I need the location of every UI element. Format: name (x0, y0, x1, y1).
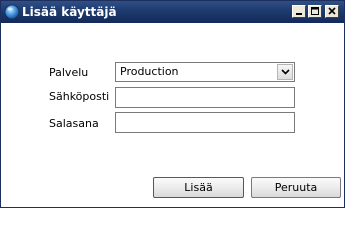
password-label: Salasana (49, 117, 99, 130)
add-user-dialog: Lisää käyttäjä Palvelu Production Sähköp… (0, 0, 345, 208)
close-icon (328, 7, 336, 15)
service-label: Palvelu (49, 66, 89, 79)
maximize-icon (311, 7, 319, 15)
minimize-icon (296, 13, 302, 15)
close-button[interactable] (325, 5, 339, 18)
maximize-button[interactable] (308, 5, 322, 18)
service-dropdown-button[interactable] (277, 64, 293, 80)
password-field[interactable] (115, 112, 295, 133)
cancel-button[interactable]: Peruuta (251, 177, 341, 198)
service-select[interactable]: Production (115, 62, 295, 82)
globe-icon (4, 4, 20, 20)
minimize-button[interactable] (292, 5, 306, 18)
email-label: Sähköposti (49, 90, 110, 103)
window-title: Lisää käyttäjä (22, 5, 117, 19)
add-button[interactable]: Lisää (153, 177, 244, 198)
email-field[interactable] (115, 87, 295, 108)
title-bar[interactable]: Lisää käyttäjä (1, 1, 344, 23)
chevron-down-icon (281, 69, 290, 75)
service-select-value: Production (120, 65, 179, 78)
